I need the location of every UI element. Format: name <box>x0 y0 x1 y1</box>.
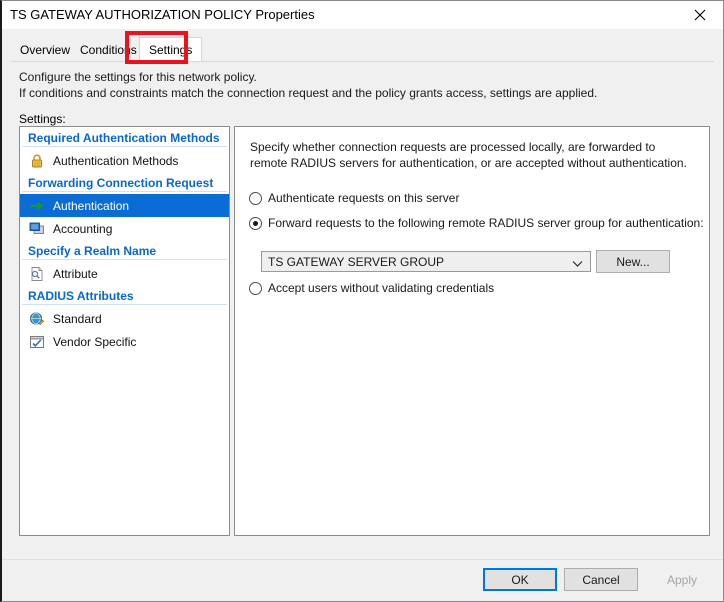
list-item-label: Authentication <box>53 198 130 213</box>
radio-label: Authenticate requests on this server <box>268 191 460 205</box>
new-server-group-button[interactable]: New... <box>596 250 670 273</box>
list-item-authentication-methods[interactable]: Authentication Methods <box>20 149 229 172</box>
list-item-label: Standard <box>53 311 102 326</box>
radio-button-indicator <box>249 216 262 230</box>
combobox-value: TS GATEWAY SERVER GROUP <box>268 254 445 269</box>
tab-underline <box>11 61 714 62</box>
apply-button: Apply <box>645 568 719 591</box>
remote-radius-server-group-combobox[interactable]: TS GATEWAY SERVER GROUP <box>261 251 591 272</box>
padlock-icon <box>28 152 46 170</box>
close-button[interactable] <box>677 1 723 29</box>
window-title: TS GATEWAY AUTHORIZATION POLICY Properti… <box>10 7 315 22</box>
cancel-button[interactable]: Cancel <box>564 568 638 591</box>
settings-section-label: Settings: <box>19 112 66 126</box>
ok-button[interactable]: OK <box>483 568 557 591</box>
document-search-icon <box>28 265 46 283</box>
radio-button-indicator <box>249 281 262 295</box>
list-item-attribute[interactable]: Attribute <box>20 262 229 285</box>
tab-settings[interactable]: Settings <box>139 37 203 62</box>
radio-accept-users-without-validating[interactable]: Accept users without validating credenti… <box>249 281 494 295</box>
list-item-label: Accounting <box>53 221 113 236</box>
list-item-authentication[interactable]: Authentication <box>20 194 229 217</box>
properties-dialog: TS GATEWAY AUTHORIZATION POLICY Properti… <box>0 0 724 602</box>
list-item-label: Attribute <box>53 266 98 281</box>
radio-label: Accept users without validating credenti… <box>268 281 495 295</box>
radio-button-indicator <box>249 191 262 205</box>
radio-label: Forward requests to the following remote… <box>268 216 704 230</box>
group-header-required-authentication-methods: Required Authentication Methods <box>22 127 227 147</box>
monitor-icon <box>28 220 46 238</box>
dialog-body: Overview Conditions Settings Configure t… <box>2 29 723 601</box>
list-item-label: Authentication Methods <box>53 153 179 168</box>
description-line-2: If conditions and constraints match the … <box>19 86 598 100</box>
settings-navigation-list[interactable]: Required Authentication Methods Authenti… <box>19 126 230 536</box>
close-icon <box>694 9 706 21</box>
page-description: Configure the settings for this network … <box>19 69 679 101</box>
settings-detail-panel: Specify whether connection requests are … <box>234 126 710 536</box>
group-header-radius-attributes: RADIUS Attributes <box>22 285 227 305</box>
title-bar: TS GATEWAY AUTHORIZATION POLICY Properti… <box>2 1 723 29</box>
list-item-accounting[interactable]: Accounting <box>20 217 229 240</box>
group-header-specify-a-realm-name: Specify a Realm Name <box>22 240 227 260</box>
tab-overview[interactable]: Overview <box>11 40 79 61</box>
description-line-1: Configure the settings for this network … <box>19 70 257 84</box>
chevron-down-icon <box>572 257 583 271</box>
radio-forward-requests-remote-radius[interactable]: Forward requests to the following remote… <box>249 216 704 230</box>
globe-pencil-icon <box>28 310 46 328</box>
list-item-label: Vendor Specific <box>53 334 137 349</box>
green-arrow-icon <box>28 197 46 215</box>
tab-strip: Overview Conditions Settings <box>11 37 714 62</box>
radio-authenticate-on-this-server[interactable]: Authenticate requests on this server <box>249 191 459 205</box>
tab-conditions[interactable]: Conditions <box>71 40 146 61</box>
group-header-forwarding-connection-request: Forwarding Connection Request <box>22 172 227 192</box>
window-check-icon <box>28 333 46 351</box>
footer-divider <box>2 559 723 560</box>
authentication-intro-text: Specify whether connection requests are … <box>250 140 687 170</box>
list-item-standard[interactable]: Standard <box>20 307 229 330</box>
list-item-vendor-specific[interactable]: Vendor Specific <box>20 330 229 353</box>
